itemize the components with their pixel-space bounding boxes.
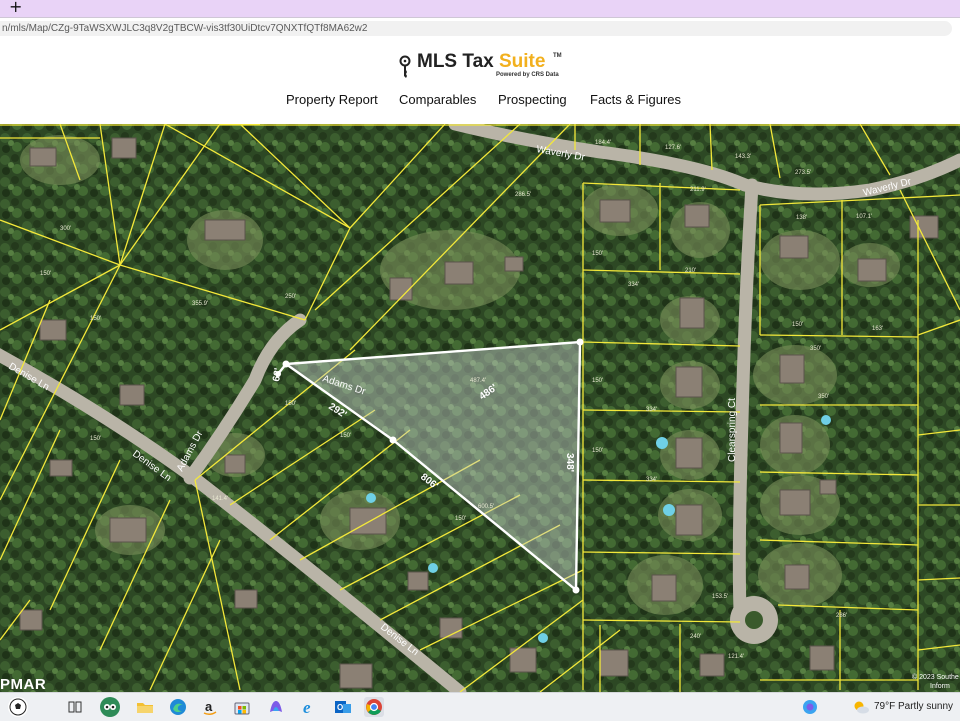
lot-label: 210' bbox=[685, 268, 696, 274]
map-copyright-line2: Inform bbox=[930, 683, 950, 690]
lot-label: 143.3' bbox=[735, 154, 751, 160]
new-tab-button[interactable]: + bbox=[9, 0, 22, 16]
logo-title: MLS Tax Suite bbox=[417, 51, 545, 73]
logo-powered-by: Powered by CRS Data bbox=[496, 72, 559, 78]
lot-label: 150' bbox=[90, 436, 101, 442]
svg-text:e: e bbox=[303, 698, 311, 717]
nav-comparables[interactable]: Comparables bbox=[399, 92, 476, 107]
lot-label: 150' bbox=[592, 251, 603, 257]
lot-label: 334' bbox=[628, 282, 639, 288]
url-text[interactable]: n/mls/Map/CZg-9TaWSXWJLC3q8V2gTBCW-vis3t… bbox=[2, 23, 367, 34]
lot-label: 121.4' bbox=[728, 654, 744, 660]
lot-label: 334' bbox=[646, 407, 657, 413]
weather-description[interactable]: Partly sunny bbox=[898, 701, 953, 712]
site-header: MLS Tax Suite TM Powered by CRS Data Pro… bbox=[0, 40, 960, 124]
logo-trademark: TM bbox=[553, 53, 562, 59]
lot-label: 355.9' bbox=[192, 301, 208, 307]
lot-label: 150' bbox=[340, 433, 351, 439]
soccer-ball-icon[interactable] bbox=[8, 697, 28, 717]
lot-label: 150' bbox=[285, 401, 296, 407]
chrome-icon[interactable] bbox=[364, 697, 384, 717]
lot-label: 487.4' bbox=[470, 378, 486, 384]
amazon-icon[interactable]: a bbox=[200, 697, 220, 717]
svg-text:a: a bbox=[205, 699, 213, 714]
lot-label: 150' bbox=[40, 271, 51, 277]
cul-de-sac-island bbox=[745, 611, 763, 629]
lot-label: 150' bbox=[592, 448, 603, 454]
task-view-icon[interactable] bbox=[65, 697, 85, 717]
lot-label: 127.6' bbox=[665, 145, 681, 151]
street-label-clearspring: Clearspring Ct bbox=[727, 398, 738, 462]
svg-text:O: O bbox=[337, 703, 343, 712]
nav-facts-figures[interactable]: Facts & Figures bbox=[590, 92, 681, 107]
browser-tab-bar: + bbox=[0, 0, 960, 17]
parcel-map[interactable]: 486' 806' 348' 292' 63' Waverly Dr Waver… bbox=[0, 124, 960, 692]
lot-label: 153.5' bbox=[712, 594, 728, 600]
lot-label: 286' bbox=[836, 613, 847, 619]
lot-label: 141.4' bbox=[212, 496, 228, 502]
nav-prospecting[interactable]: Prospecting bbox=[498, 92, 567, 107]
copilot-icon[interactable] bbox=[266, 697, 286, 717]
pmar-watermark: PMAR bbox=[0, 676, 47, 693]
map-copyright: © 2023 Southe bbox=[912, 673, 959, 681]
map-canvas[interactable]: 486' 806' 348' 292' 63' Waverly Dr Waver… bbox=[0, 124, 960, 692]
lot-label: 150' bbox=[455, 516, 466, 522]
lot-label: 250' bbox=[285, 294, 296, 300]
partly-sunny-icon bbox=[851, 697, 871, 717]
key-icon bbox=[399, 55, 411, 78]
lot-label: 334' bbox=[646, 477, 657, 483]
lot-label: 350' bbox=[818, 394, 829, 400]
lot-label: 240' bbox=[690, 634, 701, 640]
dim-side-c: 348' bbox=[564, 453, 575, 472]
nav-property-report[interactable]: Property Report bbox=[286, 92, 378, 107]
main-nav: Property Report Comparables Prospecting … bbox=[0, 92, 960, 112]
weather-temperature[interactable]: 79°F bbox=[874, 701, 895, 712]
lot-label: 273.5' bbox=[795, 170, 811, 176]
lot-label: 600.5' bbox=[478, 504, 494, 510]
lot-label: 150' bbox=[792, 322, 803, 328]
store-icon[interactable] bbox=[232, 697, 252, 717]
lot-label: 163' bbox=[872, 326, 883, 332]
dim-side-e: 63' bbox=[271, 367, 284, 382]
lot-label: 150' bbox=[90, 316, 101, 322]
edge-icon[interactable] bbox=[168, 697, 188, 717]
windows-taskbar: a e O 79°F Partly sunny bbox=[0, 692, 960, 721]
lot-label: 211.9' bbox=[690, 187, 706, 193]
lot-label: 138' bbox=[796, 215, 807, 221]
mls-tax-suite-logo[interactable]: MLS Tax Suite TM Powered by CRS Data bbox=[398, 50, 598, 84]
address-bar: n/mls/Map/CZg-9TaWSXWJLC3q8V2gTBCW-vis3t… bbox=[0, 17, 960, 40]
url-field[interactable]: n/mls/Map/CZg-9TaWSXWJLC3q8V2gTBCW-vis3t… bbox=[0, 21, 952, 36]
tripadvisor-icon[interactable] bbox=[100, 697, 120, 717]
outlook-icon[interactable]: O bbox=[333, 697, 353, 717]
logo-brand: MLS Tax bbox=[417, 51, 499, 72]
logo-accent: Suite bbox=[499, 51, 546, 72]
lot-label: 300' bbox=[60, 226, 71, 232]
copilot-tray-icon[interactable] bbox=[800, 697, 820, 717]
lot-label: 150' bbox=[592, 378, 603, 384]
lot-label: 350' bbox=[810, 346, 821, 352]
file-explorer-icon[interactable] bbox=[135, 697, 155, 717]
lot-label: 286.5' bbox=[515, 192, 531, 198]
lot-label: 107.1' bbox=[856, 214, 872, 220]
ie-icon[interactable]: e bbox=[300, 697, 320, 717]
lot-label: 184.4' bbox=[595, 140, 611, 146]
